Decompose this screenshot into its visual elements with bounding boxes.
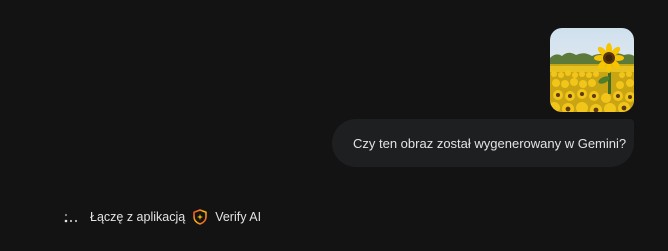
chat-area: Czy ten obraz został wygenerowany w Gemi… — [0, 0, 668, 251]
loading-dots-icon — [64, 213, 78, 223]
status-label: Łączę z aplikacją — [90, 210, 186, 224]
user-message-bubble: Czy ten obraz został wygenerowany w Gemi… — [332, 119, 634, 167]
app-chip-verify-ai[interactable]: Verify AI — [193, 209, 261, 225]
verify-ai-shield-icon — [193, 209, 208, 225]
user-message-text: Czy ten obraz został wygenerowany w Gemi… — [353, 135, 627, 151]
tool-status: Łączę z aplikacją Verify AI — [64, 206, 261, 228]
sunflower-field-image — [550, 28, 634, 112]
app-name: Verify AI — [215, 210, 262, 224]
uploaded-image[interactable] — [550, 28, 634, 112]
